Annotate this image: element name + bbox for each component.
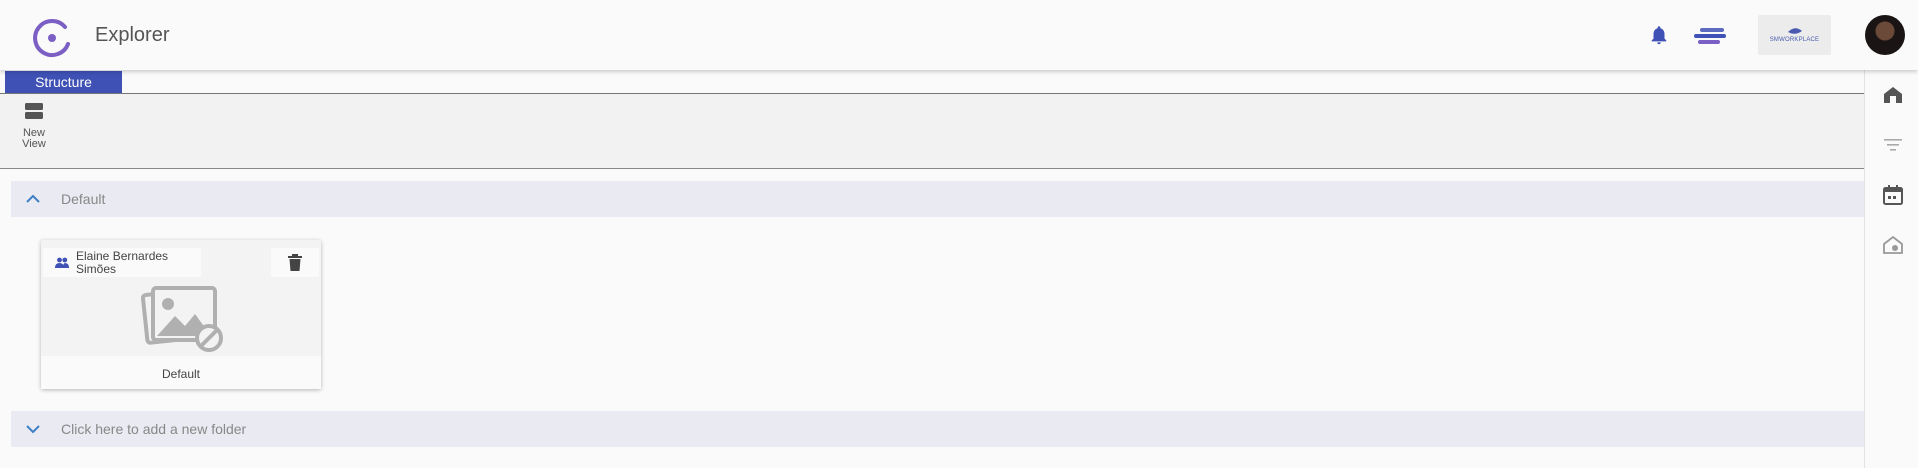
add-folder-label: Click here to add a new folder: [61, 421, 247, 437]
chevron-down-icon[interactable]: [25, 422, 41, 436]
brand-logo: SMWORKPLACE: [1758, 15, 1831, 55]
brand-logo-icon: [1787, 28, 1802, 34]
view-card[interactable]: Elaine Bernardes Simões Default: [41, 240, 321, 389]
card-title: Default: [41, 356, 321, 389]
chevron-up-icon[interactable]: [25, 192, 41, 206]
app-logo-icon[interactable]: [31, 17, 73, 59]
add-folder-section[interactable]: Click here to add a new folder: [11, 411, 1864, 447]
home-icon[interactable]: [1882, 84, 1904, 106]
new-view-button[interactable]: New View: [18, 102, 50, 150]
tab-structure[interactable]: Structure: [5, 71, 122, 93]
people-icon: [55, 257, 69, 268]
calendar-icon[interactable]: [1882, 184, 1904, 206]
toolbar: New View: [0, 94, 1864, 169]
owner-chip: Elaine Bernardes Simões: [43, 248, 201, 277]
section-label: Default: [61, 191, 106, 207]
view-stream-icon: [25, 103, 43, 119]
stack-icon[interactable]: [1694, 27, 1726, 45]
app-header: Explorer SMWORKPLACE: [0, 0, 1918, 70]
no-image-icon: [141, 286, 223, 352]
bell-icon[interactable]: [1648, 24, 1670, 46]
right-sidebar: [1864, 70, 1918, 468]
owner-name: Elaine Bernardes Simões: [76, 249, 169, 276]
new-view-label: New View: [22, 127, 46, 150]
folder-section-default[interactable]: Default: [11, 181, 1864, 217]
brand-text: SMWORKPLACE: [1769, 37, 1820, 43]
filter-icon[interactable]: [1882, 134, 1904, 156]
delete-button[interactable]: [271, 248, 319, 277]
home-search-icon[interactable]: [1882, 234, 1904, 256]
page-title: Explorer: [95, 24, 170, 46]
avatar[interactable]: [1865, 15, 1905, 55]
trash-icon: [288, 254, 302, 271]
